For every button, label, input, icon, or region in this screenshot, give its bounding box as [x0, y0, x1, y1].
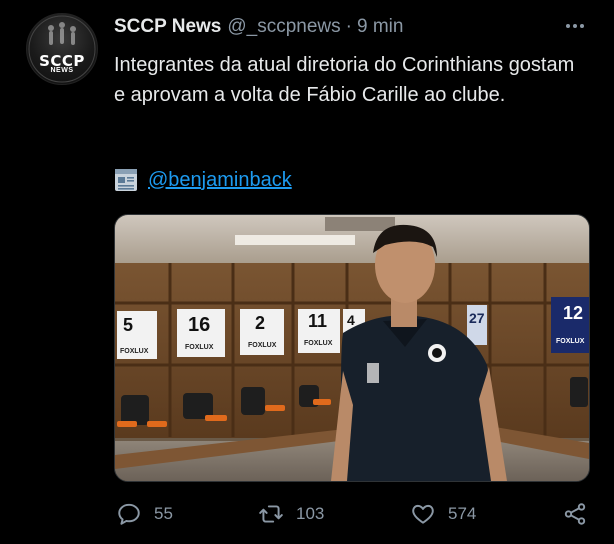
retweet-icon	[259, 505, 283, 523]
share-button[interactable]	[562, 498, 588, 530]
svg-text:2: 2	[255, 313, 265, 333]
reply-count: 55	[154, 504, 173, 523]
svg-text:FOXLUX: FOXLUX	[304, 340, 333, 347]
author-handle[interactable]: @_sccpnews	[227, 16, 340, 38]
source-line: @benjaminback	[114, 165, 292, 195]
svg-text:12: 12	[563, 303, 583, 323]
svg-text:FOXLUX: FOXLUX	[185, 344, 214, 351]
avatar[interactable]: SCCP NEWS	[26, 13, 98, 85]
newspaper-icon	[115, 169, 137, 191]
svg-text:FOXLUX: FOXLUX	[248, 342, 277, 349]
svg-text:FOXLUX: FOXLUX	[120, 348, 149, 355]
tweet-text: Integrantes da atual diretoria do Corint…	[114, 54, 575, 106]
svg-text:4: 4	[347, 312, 355, 328]
retweet-count: 103	[296, 504, 325, 523]
more-dot-icon	[566, 24, 570, 28]
tweet-photo[interactable]: 5 16 2 11 4 27 12 FOXLUX FOXLUX FOXLUX FOX…	[114, 214, 590, 482]
author-name[interactable]: SCCP News	[114, 16, 221, 38]
svg-text:5: 5	[123, 315, 133, 335]
like-count: 574	[448, 504, 477, 523]
locker-room-photo: 5 16 2 11 4 27 12 FOXLUX FOXLUX FOXLUX FOX…	[115, 215, 589, 481]
like-button[interactable]: 574	[410, 498, 476, 530]
retweet-button[interactable]: 103	[258, 498, 324, 530]
svg-text:11: 11	[308, 311, 327, 331]
svg-text:16: 16	[188, 314, 210, 336]
tweet-header: SCCP News @_sccpnews · 9 min	[114, 14, 403, 40]
svg-text:FOXLUX: FOXLUX	[556, 338, 585, 345]
mention-link[interactable]: @benjaminback	[148, 169, 292, 192]
more-dot-icon	[580, 24, 584, 28]
reply-icon	[118, 503, 140, 525]
reply-button[interactable]: 55	[116, 498, 173, 530]
tweet-actions: 55 103 574	[114, 498, 594, 530]
more-dot-icon	[573, 24, 577, 28]
timestamp[interactable]: 9 min	[357, 16, 403, 38]
more-options-button[interactable]	[562, 16, 588, 36]
tweet[interactable]: SCCP NEWS SCCP News @_sccpnews · 9 min I…	[0, 0, 614, 544]
svg-text:27: 27	[469, 310, 485, 326]
share-icon	[564, 503, 586, 525]
separator-dot: ·	[345, 16, 352, 37]
avatar-logo-subtext: NEWS	[50, 67, 74, 74]
heart-icon	[412, 504, 434, 524]
